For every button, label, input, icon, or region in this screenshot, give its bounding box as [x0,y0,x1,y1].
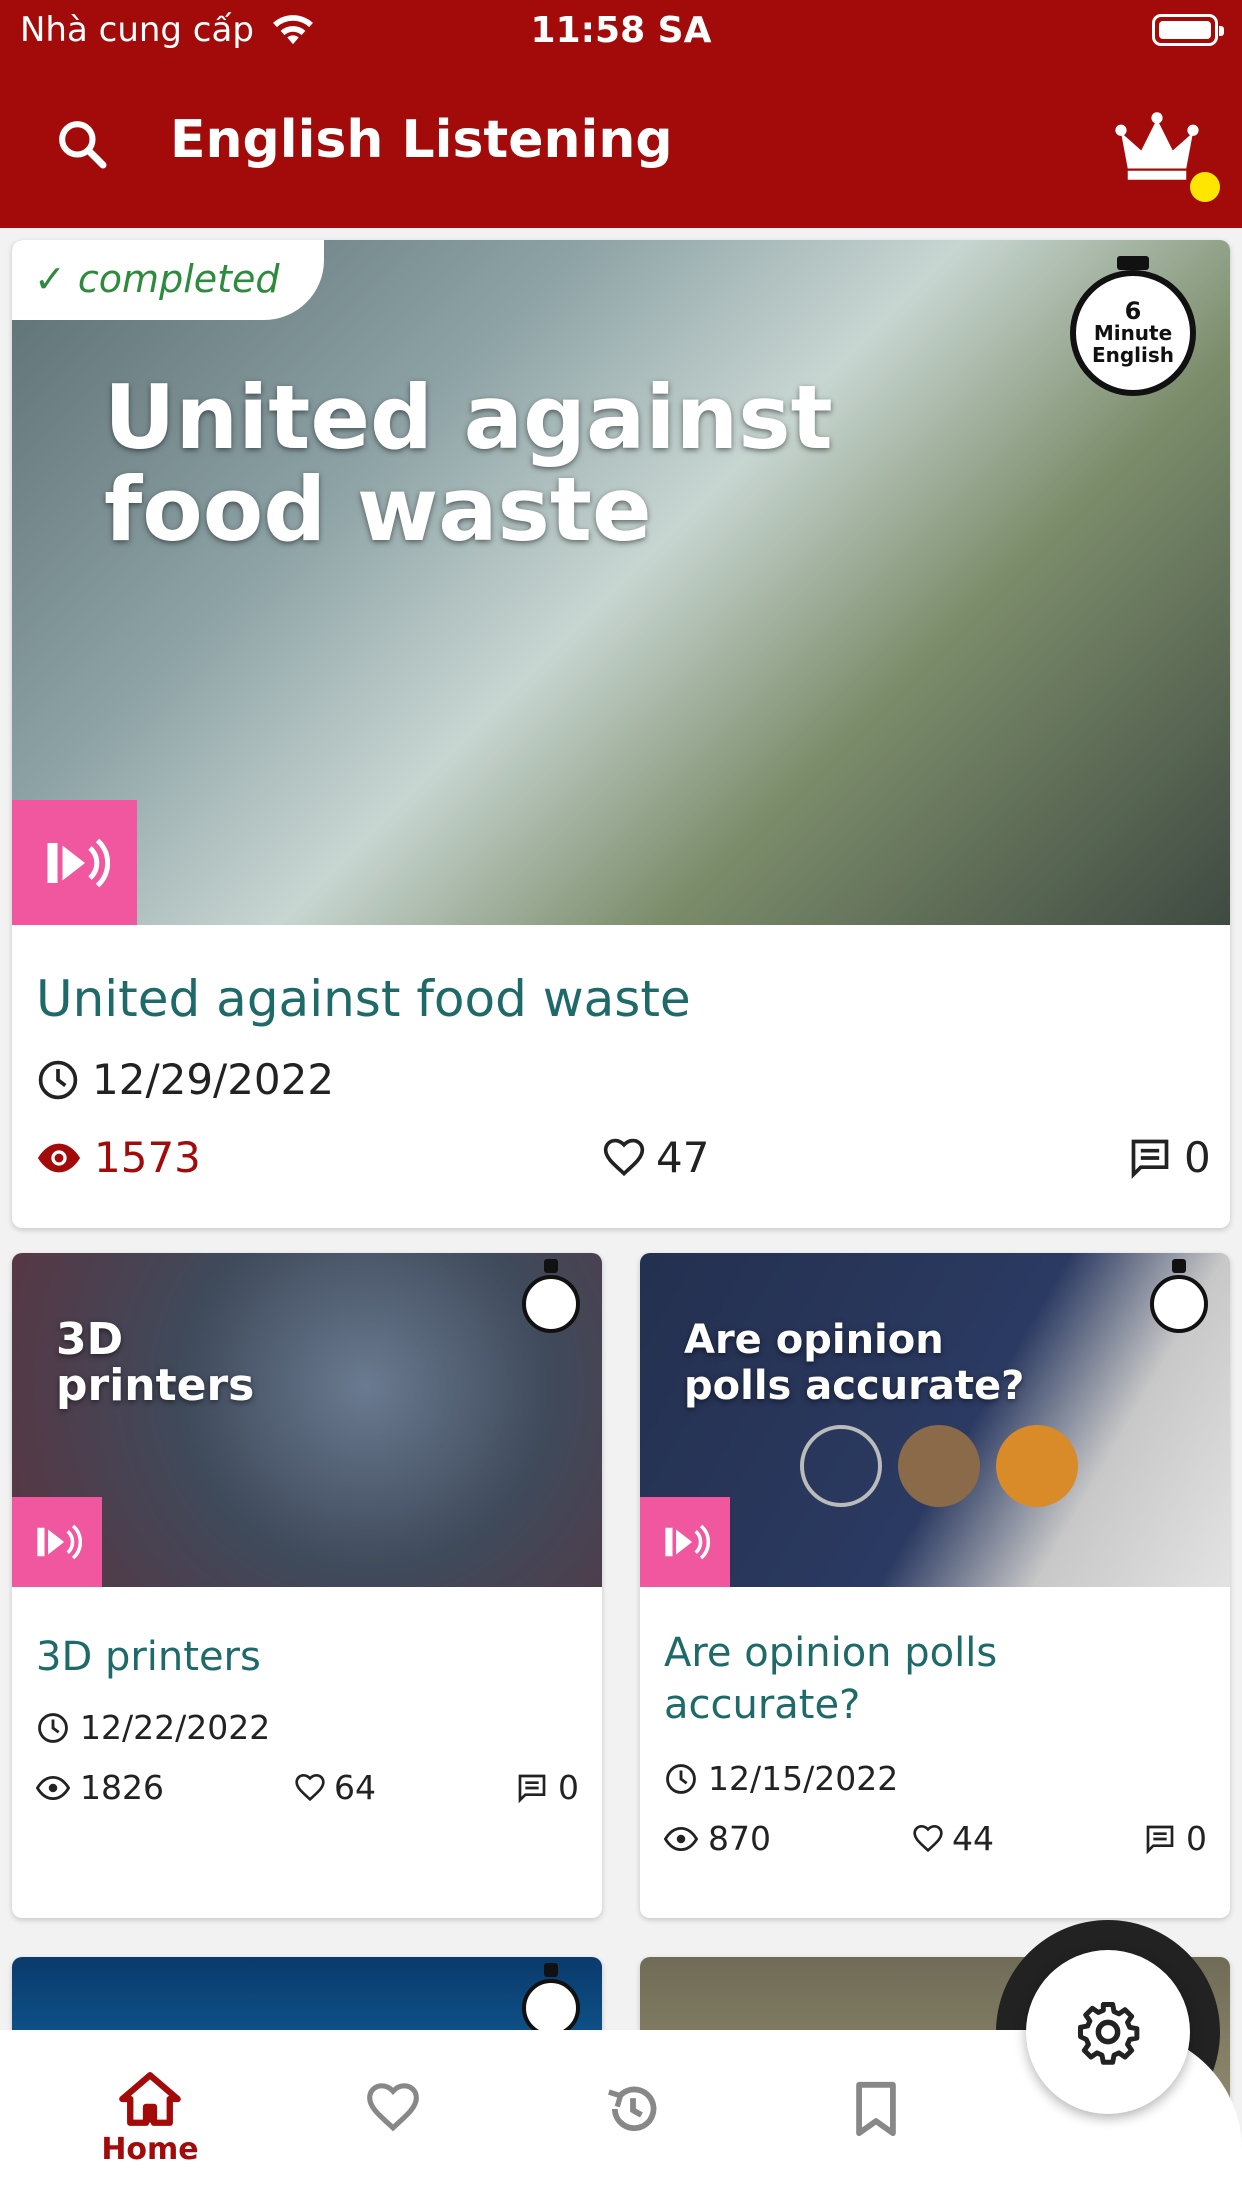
heart-icon [367,2083,419,2132]
thumbnail-title-line: polls accurate? [684,1363,1025,1409]
nav-history[interactable] [553,2080,713,2138]
sad-face-icon [800,1425,882,1507]
timer-label: Minute English [1091,321,1175,367]
lesson-thumbnail[interactable]: Are opinion polls accurate? [640,1253,1230,1587]
eye-icon [664,1826,698,1851]
happy-face-icon [996,1425,1078,1507]
lesson-thumbnail[interactable]: United against food waste ✓ completed 6 … [12,240,1230,925]
likes-text: 64 [334,1768,376,1807]
settings-button[interactable] [1026,1950,1190,2114]
eye-icon [37,1143,81,1172]
stopwatch-icon: 6 Minute English [1070,256,1196,396]
battery-icon [1152,14,1224,46]
date-text: 12/29/2022 [92,1055,335,1104]
audio-play-icon [37,1524,82,1560]
view-count: 1826 [36,1768,164,1807]
audio-play-icon [47,838,110,887]
heart-icon[interactable] [912,1823,944,1855]
thumbnail-title: 3D printers [56,1317,254,1409]
comment-count[interactable]: 0 [516,1768,579,1807]
nav-favorites[interactable] [313,2080,473,2136]
lesson-date: 12/29/2022 [36,1055,334,1104]
thumbnail-title-line: United against [104,366,833,469]
app-header: Nhà cung cấp 11:58 SA English Listening [0,0,1242,228]
nav-bookmarks[interactable] [796,2080,956,2138]
lesson-card[interactable]: 3D printers 3D printers 12/22/2022 1826 … [12,1253,602,1918]
like-count[interactable]: 47 [602,1133,709,1182]
audio-badge [12,800,137,925]
gear-icon [1078,2002,1140,2065]
comments-text: 0 [1186,1819,1207,1858]
home-icon [119,2072,181,2126]
lesson-title[interactable]: 3D printers [36,1631,576,1683]
eye-icon [36,1775,70,1800]
comments-text: 0 [1184,1133,1211,1182]
comment-count[interactable]: 0 [1144,1819,1207,1858]
status-bar: Nhà cung cấp 11:58 SA [0,0,1242,64]
thumbnail-title-line: printers [56,1360,255,1411]
like-count[interactable]: 44 [912,1819,994,1858]
stopwatch-icon [522,1259,580,1333]
thumbnail-title-line: 3D [56,1314,124,1365]
lesson-title[interactable]: United against food waste [36,970,691,1028]
lesson-title[interactable]: Are opinion polls accurate? [664,1627,1064,1731]
app-bar: English Listening [0,90,1242,202]
comment-icon[interactable] [516,1772,548,1804]
timer-number: 6 [1124,297,1142,325]
history-icon [608,2086,657,2132]
clock: 11:58 SA [530,10,712,51]
comments-text: 0 [558,1768,579,1807]
thumbnail-title: Are opinion polls accurate? [684,1317,1024,1409]
app-title: English Listening [170,110,673,170]
nav-home-label: Home [101,2132,199,2167]
heart-icon[interactable] [294,1772,326,1804]
stopwatch-icon [1150,1259,1208,1333]
views-text: 1826 [80,1768,164,1807]
audio-play-icon [665,1524,710,1560]
lesson-date: 12/15/2022 [664,1759,898,1798]
view-count: 870 [664,1819,771,1858]
audio-badge [640,1497,730,1587]
thumbnail-title: United against food waste [104,372,833,556]
view-count: 1573 [36,1133,201,1182]
crown-icon[interactable] [1112,110,1202,182]
featured-lesson-card[interactable]: United against food waste ✓ completed 6 … [12,240,1230,1228]
date-text: 12/22/2022 [80,1708,271,1747]
comment-icon[interactable] [1128,1136,1172,1180]
neutral-face-icon [898,1425,980,1507]
audio-badge [12,1497,102,1587]
comment-count[interactable]: 0 [1128,1133,1211,1182]
notification-dot [1190,172,1220,202]
bookmark-icon [856,2081,896,2137]
like-count[interactable]: 64 [294,1768,376,1807]
views-text: 870 [708,1819,771,1858]
likes-text: 44 [952,1819,994,1858]
clock-icon [38,1712,68,1743]
nav-home[interactable]: Home [70,2070,230,2167]
lesson-card[interactable]: Are opinion polls accurate? Are opinion … [640,1253,1230,1918]
clock-icon [666,1763,696,1794]
comment-icon[interactable] [1144,1823,1176,1855]
thumbnail-title-line: food waste [104,458,652,561]
clock-icon [38,1060,78,1099]
views-text: 1573 [94,1133,201,1182]
thumbnail-title-line: Are opinion [684,1317,944,1363]
heart-icon[interactable] [602,1136,646,1180]
completed-badge: ✓ completed [12,240,324,320]
stopwatch-icon [522,1963,580,2037]
lesson-date: 12/22/2022 [36,1708,270,1747]
likes-text: 47 [656,1133,710,1182]
date-text: 12/15/2022 [708,1759,899,1798]
lesson-thumbnail[interactable]: 3D printers [12,1253,602,1587]
search-icon[interactable] [54,116,110,172]
